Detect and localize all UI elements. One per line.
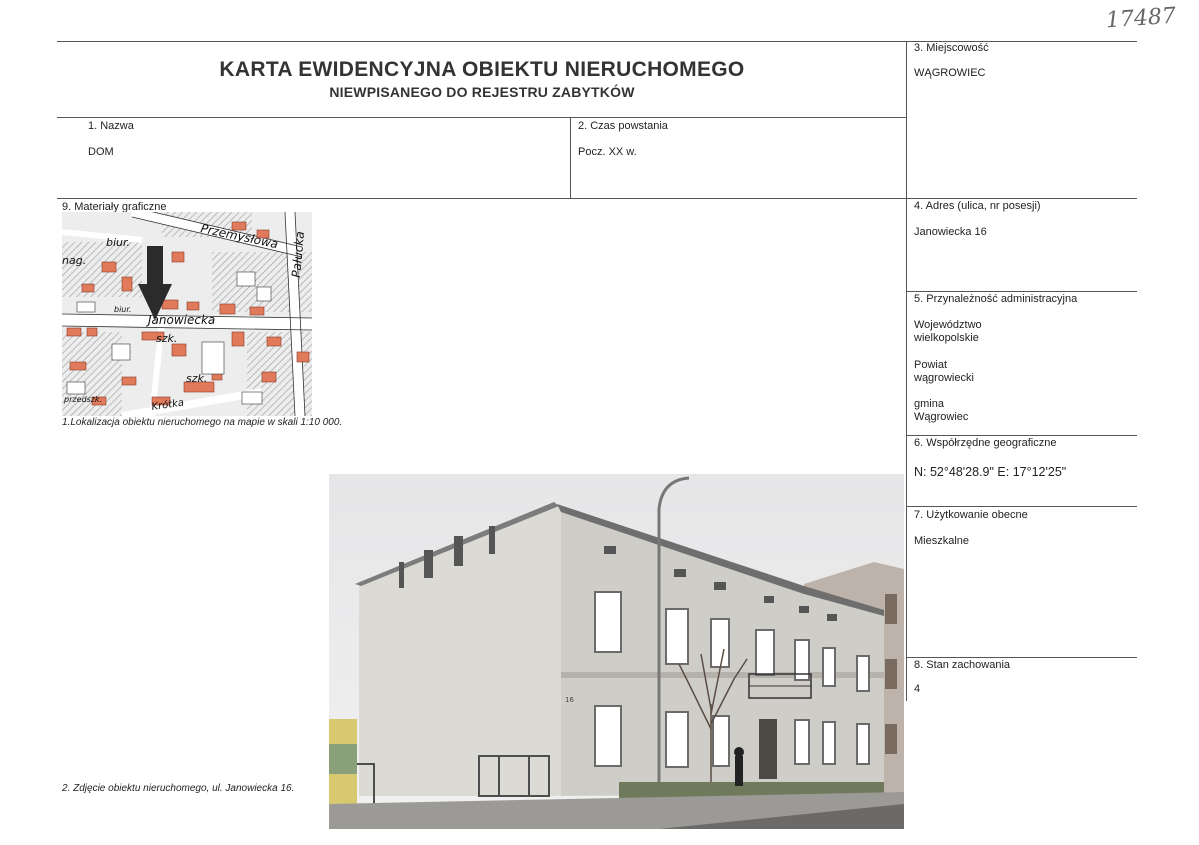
map-label-biur: biur.	[106, 236, 130, 249]
header-bottom-line	[57, 117, 906, 118]
right-column-divider	[906, 41, 907, 701]
przynaleznosc-bottom-line	[906, 435, 1137, 436]
nazwa-value: DOM	[88, 146, 114, 158]
map-street-janowiecka: Janowiecka	[146, 313, 215, 327]
miejscowosc-value: WĄGROWIEC	[914, 67, 986, 79]
wspolrzedne-bottom-line	[906, 506, 1137, 507]
gmina-value: Wągrowiec	[914, 411, 969, 423]
uzytkowanie-label: 7. Użytkowanie obecne	[914, 509, 1028, 521]
map-label-biur-2: biur.	[114, 305, 131, 314]
wspolrzedne-label: 6. Współrzędne geograficzne	[914, 437, 1057, 449]
card-subtitle: NIEWPISANEGO DO REJESTRU ZABYTKÓW	[329, 84, 635, 100]
wojewodztwo-value: wielkopolskie	[914, 332, 979, 344]
nazwa-label: 1. Nazwa	[88, 120, 134, 132]
photo-caption: 2. Zdjęcie obiektu nieruchomego, ul. Jan…	[62, 783, 295, 794]
card-title: KARTA EWIDENCYJNA OBIEKTU NIERUCHOMEGO	[219, 58, 745, 81]
row1-middle-divider	[570, 117, 571, 198]
uzytkowanie-bottom-line	[906, 657, 1137, 658]
map-label-przedszk: przedszk.	[63, 395, 102, 404]
building-photo: 16	[329, 474, 904, 829]
location-map: Przemysłowa Pałucka Janowiecka Krótka bi…	[62, 212, 312, 416]
map-caption: 1.Lokalizacja obiektu nieruchomego na ma…	[62, 417, 343, 428]
handwritten-inventory-number: 17487	[1105, 3, 1177, 34]
powiat-label: Powiat	[914, 359, 948, 371]
miejscowosc-label: 3. Miejscowość	[914, 42, 989, 54]
powiat-value: wągrowiecki	[914, 372, 974, 384]
przynaleznosc-label: 5. Przynależność administracyjna	[914, 293, 1078, 305]
stan-zachowania-label: 8. Stan zachowania	[914, 659, 1011, 671]
adres-value: Janowiecka 16	[914, 226, 987, 238]
czas-powstania-label: 2. Czas powstania	[578, 120, 668, 132]
adres-label: 4. Adres (ulica, nr posesji)	[914, 200, 1041, 212]
adres-bottom-line	[906, 291, 1137, 292]
map-label-szk-1: szk.	[156, 332, 177, 345]
wspolrzedne-value: N: 52°48'28.9" E: 17°12'25"	[914, 465, 1067, 479]
map-label-szk-2: szk.	[186, 372, 207, 385]
czas-powstania-value: Pocz. XX w.	[578, 146, 637, 158]
wojewodztwo-label: Województwo	[914, 319, 982, 331]
gmina-label: gmina	[914, 398, 944, 410]
photo-house-number: 16	[565, 696, 574, 704]
stan-zachowania-value: 4	[914, 683, 921, 695]
map-label-nag: nag.	[62, 254, 86, 267]
uzytkowanie-value: Mieszkalne	[914, 535, 970, 547]
row1-bottom-line	[57, 198, 1137, 199]
